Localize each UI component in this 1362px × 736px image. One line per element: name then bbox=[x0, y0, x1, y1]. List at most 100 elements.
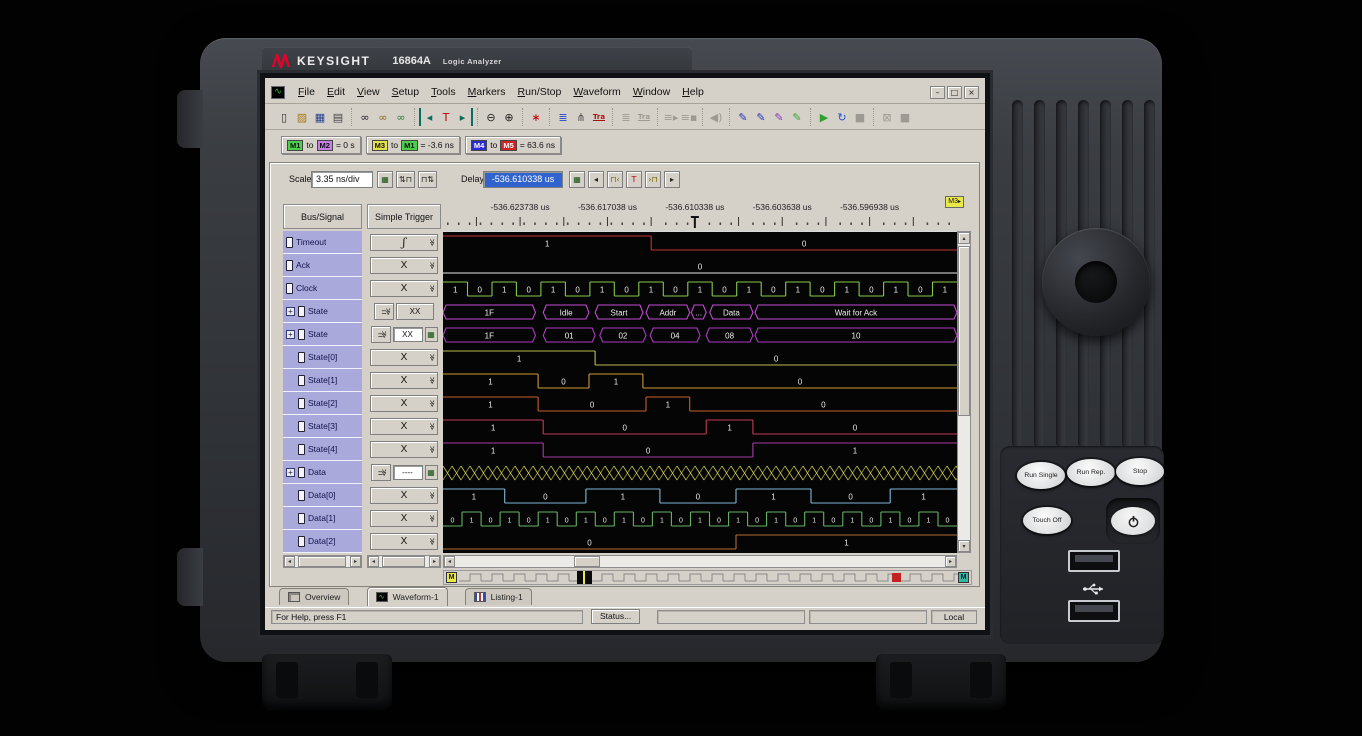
wave-row-state-3-8[interactable]: 1010 bbox=[443, 420, 957, 434]
overview-view-cursor[interactable] bbox=[577, 571, 592, 584]
trigger-scroll-thumb[interactable] bbox=[382, 556, 425, 567]
scroll-down-icon[interactable]: ▾ bbox=[958, 540, 970, 552]
stop-button[interactable]: Stop bbox=[1116, 458, 1164, 485]
halt-icon[interactable]: ■ bbox=[896, 108, 914, 126]
bus-scroll-thumb[interactable] bbox=[298, 556, 346, 567]
delay-goto-end-icon[interactable]: ▸ bbox=[664, 171, 680, 188]
scroll-left-icon[interactable]: ◂ bbox=[368, 556, 379, 567]
wave-row-state-3[interactable]: 1FIdleStartAddr...DataWait for Ack bbox=[443, 305, 957, 319]
touch-off-button[interactable]: Touch Off bbox=[1023, 507, 1071, 534]
trigger-any-button[interactable]: X≫ bbox=[370, 441, 438, 458]
tab-listing-1[interactable]: Listing-1 bbox=[465, 588, 532, 605]
goto-begin-icon[interactable]: ◂ bbox=[419, 108, 437, 126]
insert-row-after-icon[interactable]: ≡▪ bbox=[680, 108, 698, 126]
tab-waveform-1[interactable]: ∿Waveform-1 bbox=[367, 587, 448, 606]
trigger-any-button[interactable]: X≫ bbox=[370, 487, 438, 504]
wave-row-ack-1[interactable]: 0 bbox=[443, 263, 957, 274]
wave-row-state-1-6[interactable]: 1010 bbox=[443, 374, 957, 388]
rotary-knob[interactable] bbox=[1042, 228, 1150, 336]
marker-readout-3[interactable]: M4toM5= 63.6 ns bbox=[465, 136, 561, 154]
marker-flag-m3[interactable]: M3 bbox=[945, 196, 964, 208]
trigger-any-button[interactable]: X≫ bbox=[370, 280, 438, 297]
menu-help[interactable]: Help bbox=[682, 86, 704, 98]
menu-window[interactable]: Window bbox=[633, 86, 670, 98]
scroll-right-icon[interactable]: ▸ bbox=[350, 556, 361, 567]
trigger-setup-icon[interactable]: Tra bbox=[590, 108, 608, 126]
overview-left-marker[interactable]: M bbox=[446, 572, 457, 583]
zoom-out-icon[interactable]: ⊖ bbox=[482, 108, 500, 126]
scroll-up-icon[interactable]: ▴ bbox=[958, 232, 970, 244]
bus-row-state-2-7[interactable]: State[2] bbox=[283, 392, 362, 415]
wave-row-state-4[interactable]: 1F0102040810 bbox=[443, 328, 957, 342]
trigger-value-button[interactable]: XX bbox=[396, 303, 434, 320]
wave-row-state-2-7[interactable]: 1010 bbox=[443, 397, 957, 411]
menu-view[interactable]: View bbox=[357, 86, 380, 98]
cancel-icon[interactable]: ⊠ bbox=[878, 108, 896, 126]
bus-row-clock-2[interactable]: Clock bbox=[283, 277, 362, 300]
bus-row-state-1-6[interactable]: State[1] bbox=[283, 369, 362, 392]
find-icon[interactable]: ∞ bbox=[356, 108, 374, 126]
waveform-scroll-thumb[interactable] bbox=[574, 556, 600, 567]
trigger-equals-button[interactable]: =≫ bbox=[374, 303, 394, 320]
trigger-any-button[interactable]: X≫ bbox=[370, 418, 438, 435]
open-icon[interactable]: ▨ bbox=[293, 108, 311, 126]
delay-goto-begin-icon[interactable]: ◂ bbox=[588, 171, 604, 188]
vertical-scroll-thumb[interactable] bbox=[958, 246, 970, 416]
delay-goto-trigger-icon[interactable]: T bbox=[626, 171, 642, 188]
trigger-value-field[interactable]: XX bbox=[393, 327, 423, 342]
status-button[interactable]: Status... bbox=[591, 609, 640, 624]
menu-setup[interactable]: Setup bbox=[392, 86, 419, 98]
sound-icon[interactable]: ◀) bbox=[707, 108, 725, 126]
menu-markers[interactable]: Markers bbox=[468, 86, 506, 98]
menu-file[interactable]: File bbox=[298, 86, 315, 98]
probe-setup-icon[interactable]: ⋔ bbox=[572, 108, 590, 126]
scale-presets-icon[interactable]: ▦ bbox=[377, 171, 393, 188]
bus-row-state-0-5[interactable]: State[0] bbox=[283, 346, 362, 369]
restore-button[interactable]: □ bbox=[947, 86, 962, 99]
expander-icon[interactable]: + bbox=[286, 330, 295, 339]
scale-input[interactable]: 3.35 ns/div bbox=[311, 171, 373, 188]
bus-row-data-10[interactable]: +Data bbox=[283, 461, 362, 484]
menu-tools[interactable]: Tools bbox=[431, 86, 456, 98]
waveform-scrollbar[interactable]: ◂ ▸ bbox=[443, 555, 957, 568]
run-single-button[interactable]: Run Single bbox=[1017, 462, 1065, 489]
wave-row-data-10[interactable] bbox=[443, 466, 957, 480]
usb-port-top[interactable] bbox=[1068, 550, 1120, 572]
trigger-any-button[interactable]: X≫ bbox=[370, 349, 438, 366]
run-repetitive-icon[interactable]: ↻ bbox=[833, 108, 851, 126]
place-marker-4-icon[interactable]: ✎ bbox=[788, 108, 806, 126]
trigger-any-button[interactable]: X≫ bbox=[370, 395, 438, 412]
bus-column-scrollbar[interactable]: ◂ ▸ bbox=[283, 555, 362, 568]
delay-presets-icon[interactable]: ▦ bbox=[569, 171, 585, 188]
minimize-button[interactable]: – bbox=[930, 86, 945, 99]
trigger-value-field[interactable]: ---- bbox=[393, 465, 423, 480]
zoom-in-icon[interactable]: ⊕ bbox=[500, 108, 518, 126]
wave-row-state-4-9[interactable]: 101 bbox=[443, 443, 957, 457]
listing-setup-icon[interactable]: ≣ bbox=[617, 108, 635, 126]
expander-icon[interactable]: + bbox=[286, 468, 295, 477]
value-picker-icon[interactable]: ▦ bbox=[425, 327, 438, 342]
overview-setup-icon[interactable]: ≣ bbox=[554, 108, 572, 126]
trigger-equals-button[interactable]: =≫ bbox=[371, 326, 391, 343]
find-prev-icon[interactable]: ∞ bbox=[374, 108, 392, 126]
overview-right-marker[interactable]: M bbox=[958, 572, 969, 583]
power-button[interactable] bbox=[1111, 507, 1155, 535]
acquisition-overview-bar[interactable]: M M bbox=[443, 570, 972, 585]
marker-readout-1[interactable]: M1toM2= 0 s bbox=[281, 136, 361, 154]
print-icon[interactable]: ▤ bbox=[329, 108, 347, 126]
menu-waveform[interactable]: Waveform bbox=[573, 86, 620, 98]
usb-port-bottom[interactable] bbox=[1068, 600, 1120, 622]
menu-edit[interactable]: Edit bbox=[327, 86, 345, 98]
wave-row-data-1-12[interactable]: 010101010101010101010101010 bbox=[443, 512, 957, 526]
goto-end-icon[interactable]: ▸ bbox=[455, 108, 473, 126]
place-marker-3-icon[interactable]: ✎ bbox=[770, 108, 788, 126]
stop-run-icon[interactable]: ■ bbox=[851, 108, 869, 126]
bus-signal-header[interactable]: Bus/Signal bbox=[283, 204, 362, 229]
delay-prev-edge-icon[interactable]: ⊓‹ bbox=[607, 171, 623, 188]
place-marker-2-icon[interactable]: ✎ bbox=[752, 108, 770, 126]
bus-row-state-4-9[interactable]: State[4] bbox=[283, 438, 362, 461]
new-icon[interactable]: ▯ bbox=[275, 108, 293, 126]
vertical-scrollbar[interactable]: ▴ ▾ bbox=[957, 231, 971, 553]
bus-row-data-0-11[interactable]: Data[0] bbox=[283, 484, 362, 507]
scroll-right-icon[interactable]: ▸ bbox=[429, 556, 440, 567]
